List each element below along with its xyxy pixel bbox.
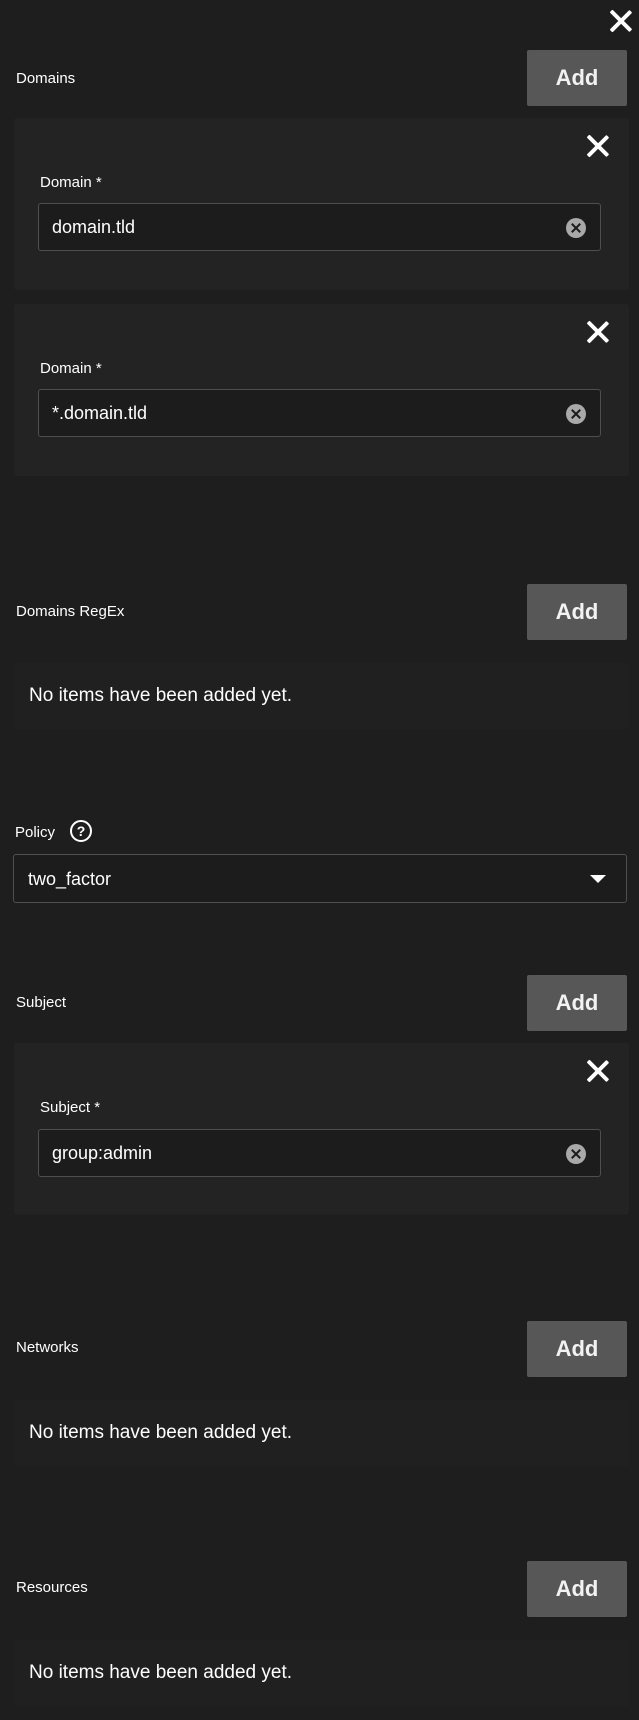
domain-item-card: Domain * domain.tld: [14, 118, 629, 290]
subject-label: Subject: [16, 994, 67, 1011]
domain-field-label: Domain *: [40, 360, 102, 377]
remove-subject-item-icon[interactable]: [584, 1057, 612, 1085]
clear-input-icon[interactable]: [566, 1144, 586, 1164]
empty-message: No items have been added yet.: [29, 685, 293, 706]
remove-domain-item-icon[interactable]: [584, 132, 612, 160]
subject-input-value: group:admin: [52, 1143, 153, 1163]
domain-input[interactable]: *.domain.tld: [38, 389, 601, 437]
empty-message: No items have been added yet.: [29, 1662, 293, 1683]
domains-add-button[interactable]: Add: [527, 50, 627, 106]
domains-label: Domains: [16, 70, 76, 87]
networks-label: Networks: [16, 1339, 79, 1356]
policy-label: Policy: [15, 824, 56, 841]
domain-field-label: Domain *: [40, 174, 102, 191]
domains-regex-label: Domains RegEx: [16, 603, 125, 620]
domain-input-value: domain.tld: [52, 217, 136, 237]
subject-item-card: Subject * group:admin: [14, 1043, 629, 1215]
clear-input-icon[interactable]: [566, 218, 586, 238]
domain-input-value: *.domain.tld: [52, 403, 148, 423]
networks-empty-state: No items have been added yet.: [14, 1400, 629, 1466]
dialog-close-icon[interactable]: [607, 7, 635, 35]
policy-select[interactable]: two_factor: [13, 854, 627, 903]
caret-down-icon: [590, 875, 606, 883]
clear-input-icon[interactable]: [566, 404, 586, 424]
subject-input[interactable]: group:admin: [38, 1129, 601, 1177]
resources-empty-state: No items have been added yet.: [14, 1640, 629, 1706]
resources-label: Resources: [16, 1579, 88, 1596]
domain-item-card: Domain * *.domain.tld: [14, 304, 629, 476]
networks-add-button[interactable]: Add: [527, 1321, 627, 1377]
subject-field-label: Subject *: [40, 1099, 101, 1116]
domains-regex-empty-state: No items have been added yet.: [14, 663, 629, 729]
policy-selected-value: two_factor: [28, 869, 112, 889]
help-icon[interactable]: ?: [70, 820, 92, 842]
remove-domain-item-icon[interactable]: [584, 318, 612, 346]
domains-regex-add-button[interactable]: Add: [527, 584, 627, 640]
domain-input[interactable]: domain.tld: [38, 203, 601, 251]
subject-add-button[interactable]: Add: [527, 975, 627, 1031]
resources-add-button[interactable]: Add: [527, 1561, 627, 1617]
empty-message: No items have been added yet.: [29, 1422, 293, 1443]
